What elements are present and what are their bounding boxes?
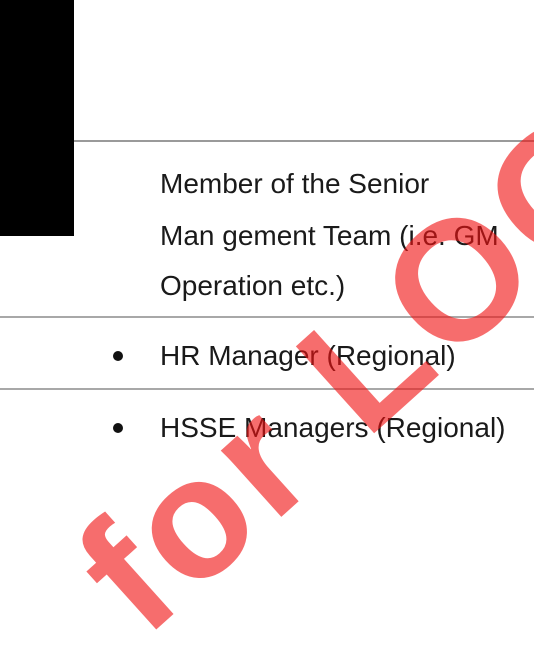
table-divider-middle: [0, 316, 534, 318]
table-divider-bottom: [0, 388, 534, 390]
list-item-label: HSSE Managers (Regional): [160, 412, 506, 443]
redaction-block: [0, 0, 74, 236]
paragraph-line: Operation etc.): [160, 270, 346, 301]
paragraph-line: Man gement Team (i.e. GM: [160, 220, 499, 251]
bullet-icon: [113, 423, 123, 433]
list-item-label: HR Manager (Regional): [160, 340, 456, 371]
bullet-icon: [113, 351, 123, 361]
table-divider-top: [74, 140, 534, 142]
paragraph-line: Member of the Senior: [160, 168, 430, 199]
